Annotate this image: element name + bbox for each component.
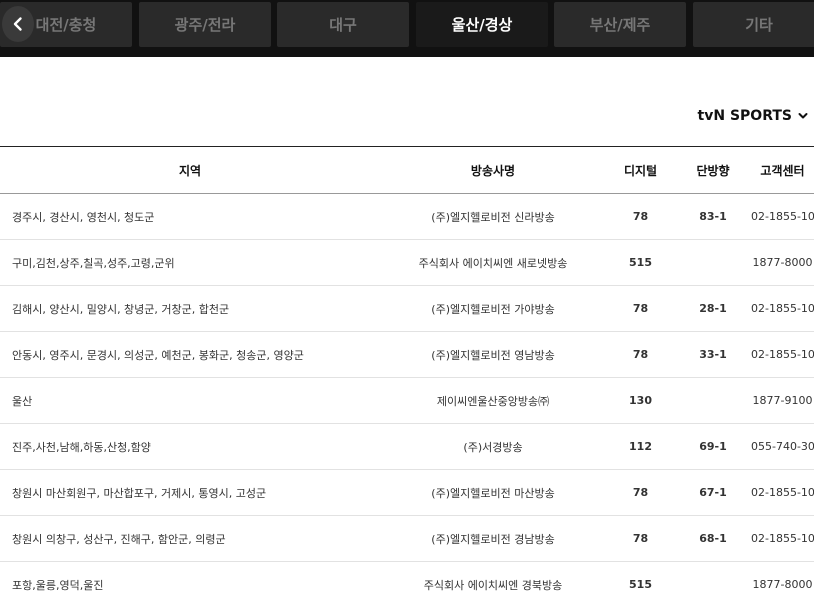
cell-region: 경주시, 경산시, 영천시, 청도군 — [0, 193, 380, 240]
cell-phone: 02-1855-1000 — [751, 469, 814, 516]
table-header-row: 지역 방송사명 디지털 단방향 고객센터 — [0, 146, 814, 194]
table-row: 진주,사천,남해,하동,산청,함양 (주)서경방송 112 69-1 055-7… — [0, 423, 814, 470]
cell-region: 창원시 의창구, 성산구, 진해구, 함안군, 의령군 — [0, 515, 380, 562]
cell-oneway: 69-1 — [675, 423, 751, 470]
cell-region: 김해시, 양산시, 밀양시, 창녕군, 거창군, 합천군 — [0, 285, 380, 332]
cell-phone: 02-1855-1000 — [751, 193, 814, 240]
cell-digital: 515 — [606, 239, 675, 286]
tab-label: 기타 — [745, 16, 773, 34]
tab-label: 광주/전라 — [174, 16, 236, 34]
cell-broadcaster: (주)엘지헬로비전 가야방송 — [380, 285, 606, 332]
header-phone: 고객센터 — [751, 146, 814, 194]
cell-region: 창원시 마산회원구, 마산합포구, 거제시, 통영시, 고성군 — [0, 469, 380, 516]
cell-region: 안동시, 영주시, 문경시, 의성군, 예천군, 봉화군, 청송군, 영양군 — [0, 331, 380, 378]
table-row: 창원시 마산회원구, 마산합포구, 거제시, 통영시, 고성군 (주)엘지헬로비… — [0, 469, 814, 516]
cell-region: 구미,김천,상주,칠곡,성주,고령,군위 — [0, 239, 380, 286]
cell-oneway — [675, 239, 751, 286]
cell-oneway: 68-1 — [675, 515, 751, 562]
cell-broadcaster: 주식회사 에이치씨엔 경북방송 — [380, 561, 606, 607]
cell-broadcaster: 제이씨엔울산중앙방송㈜ — [380, 377, 606, 424]
tab-scroll-back-button[interactable] — [2, 6, 34, 42]
cell-oneway: 67-1 — [675, 469, 751, 516]
cell-broadcaster: (주)엘지헬로비전 마산방송 — [380, 469, 606, 516]
cell-digital: 515 — [606, 561, 675, 607]
cell-oneway: 33-1 — [675, 331, 751, 378]
header-oneway: 단방향 — [675, 146, 751, 194]
tab-label: 울산/경상 — [451, 16, 513, 34]
cell-phone: 02-1855-1000 — [751, 285, 814, 332]
table-row: 경주시, 경산시, 영천시, 청도군 (주)엘지헬로비전 신라방송 78 83-… — [0, 193, 814, 240]
tab-daegu[interactable]: 대구 — [277, 2, 409, 47]
cell-broadcaster: (주)엘지헬로비전 신라방송 — [380, 193, 606, 240]
cell-broadcaster: (주)엘지헬로비전 영남방송 — [380, 331, 606, 378]
chevron-down-icon — [798, 113, 808, 119]
tab-label: 대전/충청 — [35, 16, 97, 34]
table-row: 포항,울릉,영덕,울진 주식회사 에이치씨엔 경북방송 515 1877-800… — [0, 561, 814, 607]
cell-region: 울산 — [0, 377, 380, 424]
cell-broadcaster: 주식회사 에이치씨엔 새로넷방송 — [380, 239, 606, 286]
cell-oneway: 83-1 — [675, 193, 751, 240]
cell-digital: 78 — [606, 515, 675, 562]
tab-label: 부산/제주 — [589, 16, 651, 34]
cell-digital: 130 — [606, 377, 675, 424]
cell-phone: 02-1855-1000 — [751, 515, 814, 562]
tab-ulsan-gyeongsang[interactable]: 울산/경상 — [416, 2, 548, 47]
table-row: 울산 제이씨엔울산중앙방송㈜ 130 1877-9100 — [0, 377, 814, 424]
channel-guide-table: 지역 방송사명 디지털 단방향 고객센터 경주시, 경산시, 영천시, 청도군 … — [0, 146, 814, 607]
cell-broadcaster: (주)엘지헬로비전 경남방송 — [380, 515, 606, 562]
table-row: 구미,김천,상주,칠곡,성주,고령,군위 주식회사 에이치씨엔 새로넷방송 51… — [0, 239, 814, 286]
cell-oneway — [675, 561, 751, 607]
chevron-left-icon — [13, 17, 22, 31]
channel-selected-label: tvN SPORTS — [697, 108, 792, 124]
tab-label: 대구 — [329, 16, 357, 34]
header-region: 지역 — [0, 146, 380, 194]
cell-digital: 78 — [606, 193, 675, 240]
cell-phone: 1877-8000 — [751, 561, 814, 607]
table-row: 안동시, 영주시, 문경시, 의성군, 예천군, 봉화군, 청송군, 영양군 (… — [0, 331, 814, 378]
cell-digital: 78 — [606, 285, 675, 332]
cell-digital: 78 — [606, 331, 675, 378]
cell-oneway — [675, 377, 751, 424]
cell-phone: 1877-8000 — [751, 239, 814, 286]
tab-busan-jeju[interactable]: 부산/제주 — [554, 2, 686, 47]
header-digital: 디지털 — [606, 146, 675, 194]
region-tab-bar: 대전/충청 광주/전라 대구 울산/경상 부산/제주 기타 — [0, 0, 814, 57]
cell-broadcaster: (주)서경방송 — [380, 423, 606, 470]
cell-region: 진주,사천,남해,하동,산청,함양 — [0, 423, 380, 470]
cell-phone: 1877-9100 — [751, 377, 814, 424]
cell-phone: 02-1855-1000 — [751, 331, 814, 378]
cell-digital: 112 — [606, 423, 675, 470]
cell-phone: 055-740-3001 — [751, 423, 814, 470]
header-broadcaster: 방송사명 — [380, 146, 606, 194]
table-row: 창원시 의창구, 성산구, 진해구, 함안군, 의령군 (주)엘지헬로비전 경남… — [0, 515, 814, 562]
tab-etc[interactable]: 기타 — [693, 2, 814, 47]
tab-gwangju-jeolla[interactable]: 광주/전라 — [139, 2, 271, 47]
cell-oneway: 28-1 — [675, 285, 751, 332]
channel-dropdown[interactable]: tvN SPORTS — [698, 104, 808, 128]
cell-digital: 78 — [606, 469, 675, 516]
table-row: 김해시, 양산시, 밀양시, 창녕군, 거창군, 합천군 (주)엘지헬로비전 가… — [0, 285, 814, 332]
cell-region: 포항,울릉,영덕,울진 — [0, 561, 380, 607]
